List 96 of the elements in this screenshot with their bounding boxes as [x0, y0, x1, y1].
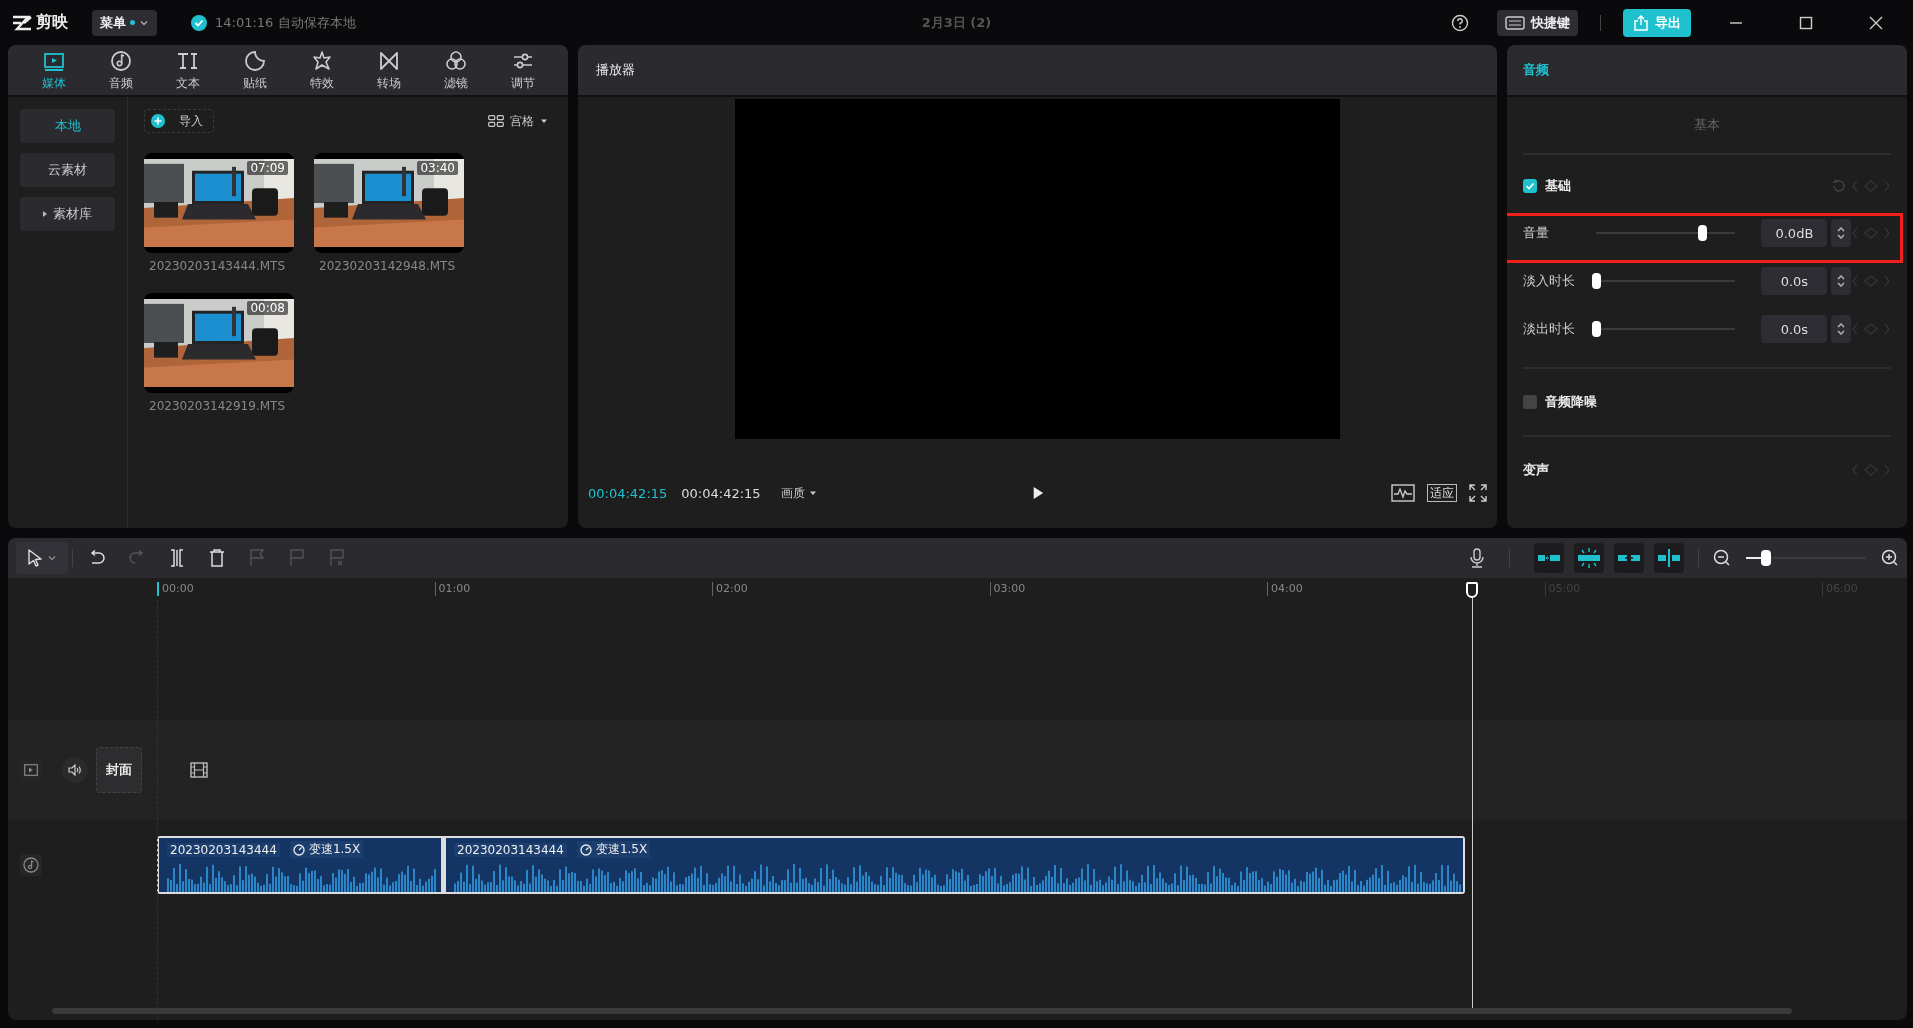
- ruler-label: 02:00: [712, 582, 990, 596]
- value-field[interactable]: 0.0s: [1761, 315, 1828, 343]
- source-nav-item[interactable]: 云素材: [20, 153, 115, 187]
- player-title: 播放器: [596, 61, 635, 79]
- clip-duration: 03:40: [417, 161, 458, 175]
- media-filename: 20230203142948.MTS: [318, 259, 456, 273]
- waveform-toggle-icon[interactable]: [1391, 484, 1415, 502]
- stepper-button[interactable]: [1831, 219, 1851, 247]
- zoom-out-icon[interactable]: [1713, 549, 1731, 567]
- circles-icon[interactable]: [443, 48, 468, 73]
- slider-thumb[interactable]: [1591, 321, 1601, 337]
- up-down-icon[interactable]: [1836, 321, 1847, 337]
- shortcuts-button[interactable]: 快捷键: [1497, 9, 1578, 36]
- audio-clip[interactable]: 20230203143444 变速1.5X: [441, 838, 1463, 892]
- caret-icon[interactable]: [808, 490, 817, 496]
- fit-button[interactable]: 适应: [1427, 484, 1457, 502]
- speed-tag: 变速1.5X: [576, 841, 651, 858]
- current-time: 00:04:42:15: [588, 485, 668, 501]
- import-button[interactable]: 导入: [144, 109, 214, 133]
- clip-name: 20230203143444: [167, 842, 280, 857]
- grid-icon[interactable]: [488, 115, 504, 127]
- up-down-icon[interactable]: [1836, 273, 1847, 289]
- slider-thumb[interactable]: [1761, 550, 1772, 566]
- select-tool[interactable]: [16, 542, 68, 574]
- source-nav-item[interactable]: 素材库: [20, 197, 115, 231]
- checkbox[interactable]: [1523, 395, 1537, 409]
- expand-arrow-icon[interactable]: [43, 211, 47, 217]
- slider-label: 音量: [1523, 224, 1550, 242]
- clip-duration: 00:08: [247, 301, 288, 315]
- help-icon[interactable]: [1451, 13, 1469, 32]
- music-note-icon[interactable]: [108, 48, 133, 73]
- slider-label: 淡入时长: [1523, 272, 1576, 290]
- media-tab[interactable]: 音频: [87, 45, 154, 95]
- view-mode-button[interactable]: 宫格: [482, 111, 554, 131]
- media-tab[interactable]: 贴纸: [221, 45, 288, 95]
- project-title: 2月3日 (2): [921, 13, 992, 32]
- slider-thumb[interactable]: [1591, 273, 1601, 289]
- film-icon[interactable]: [190, 762, 208, 778]
- snap-toggle-icon[interactable]: [1534, 543, 1564, 573]
- stepper-button[interactable]: [1831, 315, 1851, 343]
- close-icon[interactable]: [1869, 15, 1883, 30]
- caret-icon[interactable]: [540, 118, 548, 124]
- mute-icon[interactable]: [62, 757, 88, 783]
- inspector-tab[interactable]: 音频: [1523, 61, 1549, 79]
- denoise-label: 音频降噪: [1545, 393, 1597, 411]
- media-tab[interactable]: 文本: [154, 45, 221, 95]
- media-tab[interactable]: 特效: [288, 45, 355, 95]
- zoom-in-icon[interactable]: [1881, 549, 1899, 567]
- media-tab[interactable]: 媒体: [20, 45, 87, 95]
- link-toggle-icon[interactable]: [1614, 543, 1644, 573]
- media-tab[interactable]: 滤镜: [422, 45, 489, 95]
- gauge-icon: [292, 843, 305, 856]
- video-track-icon[interactable]: [20, 759, 42, 781]
- preview-axis-icon[interactable]: [1654, 543, 1684, 573]
- source-nav-item[interactable]: 本地: [20, 109, 115, 143]
- app-name: 剪映: [36, 12, 68, 33]
- play-icon[interactable]: [1031, 485, 1044, 501]
- total-time: 00:04:42:15: [681, 485, 761, 501]
- plus-icon[interactable]: [151, 114, 165, 128]
- value-field[interactable]: 0.0dB: [1761, 219, 1828, 247]
- auto-snap-icon[interactable]: [1574, 543, 1604, 573]
- value-field[interactable]: 0.0s: [1761, 267, 1828, 295]
- ruler-label: 00:00: [157, 582, 435, 596]
- slider-thumb[interactable]: [1697, 225, 1707, 241]
- logo-icon: [12, 14, 32, 31]
- sticker-icon[interactable]: [242, 48, 267, 73]
- clip-name: 20230203143444: [454, 842, 567, 857]
- section-title: 基本: [1694, 116, 1720, 134]
- audio-track-icon[interactable]: [20, 854, 42, 876]
- fullscreen-icon[interactable]: [1469, 484, 1487, 502]
- playhead[interactable]: [1465, 582, 1479, 1010]
- media-filename: 20230203142919.MTS: [148, 399, 286, 413]
- media-filename: 20230203143444.MTS: [148, 259, 286, 273]
- stepper-button[interactable]: [1831, 267, 1851, 295]
- microphone-icon[interactable]: [1469, 548, 1485, 568]
- cover-button[interactable]: 封面: [96, 747, 142, 793]
- keyboard-icon[interactable]: [1505, 15, 1525, 30]
- audio-clip[interactable]: 20230203143444 变速1.5X: [159, 838, 441, 892]
- pointer-icon[interactable]: [27, 549, 43, 567]
- scrollbar[interactable]: [52, 1008, 1792, 1014]
- up-down-icon[interactable]: [1836, 225, 1847, 241]
- maximize-icon[interactable]: [1799, 15, 1813, 30]
- speed-tag: 变速1.5X: [289, 841, 364, 858]
- clip-duration: 07:09: [247, 161, 288, 175]
- voice-change-label: 变声: [1523, 461, 1549, 479]
- basic-label: 基础: [1545, 177, 1571, 195]
- ruler-label: 03:00: [989, 582, 1267, 596]
- media-tab[interactable]: 转场: [355, 45, 422, 95]
- quality-dropdown[interactable]: 画质: [774, 483, 823, 503]
- slider-label: 淡出时长: [1523, 320, 1576, 338]
- check-icon: [191, 14, 207, 31]
- ruler-label: 01:00: [434, 582, 712, 596]
- menu-button[interactable]: 菜单: [92, 9, 157, 36]
- media-tab[interactable]: 调节: [489, 45, 556, 95]
- autosave-status: 14:01:16 自动保存本地: [215, 13, 356, 32]
- gauge-icon: [579, 843, 592, 856]
